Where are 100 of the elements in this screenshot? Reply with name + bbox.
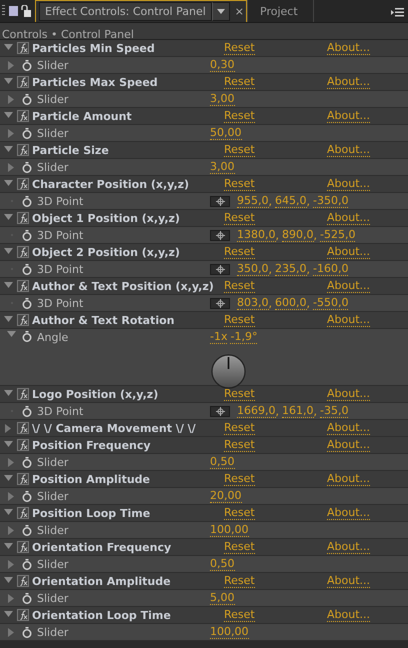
disclosure-triangle-icon[interactable]: [4, 440, 13, 450]
reset-link[interactable]: Reset: [224, 439, 255, 452]
reset-link[interactable]: Reset: [224, 76, 255, 89]
value-field[interactable]: 161,0: [282, 404, 314, 418]
value-field[interactable]: 3,00: [210, 92, 234, 106]
value-field[interactable]: -525,0: [320, 228, 356, 242]
reset-link[interactable]: Reset: [224, 280, 255, 293]
about-link[interactable]: About...: [327, 608, 370, 622]
about-link[interactable]: About...: [327, 540, 370, 554]
disclosure-triangle-icon[interactable]: [4, 576, 13, 586]
about-link[interactable]: About...: [327, 144, 370, 156]
disclosure-triangle-icon[interactable]: [4, 180, 13, 188]
value-field[interactable]: 1669,0: [237, 404, 276, 418]
lock-icon[interactable]: [21, 5, 31, 17]
stopwatch-icon[interactable]: [22, 592, 32, 604]
about-link[interactable]: About...: [327, 212, 370, 224]
stopwatch-icon[interactable]: [22, 230, 32, 240]
value-field[interactable]: 1380,0: [237, 228, 276, 242]
disclosure-triangle-icon[interactable]: [7, 162, 16, 172]
disclosure-triangle-icon[interactable]: [4, 214, 13, 222]
stopwatch-icon[interactable]: [22, 524, 32, 536]
reset-link[interactable]: Reset: [224, 314, 255, 327]
stopwatch-icon[interactable]: [22, 196, 32, 206]
point-picker-button[interactable]: [210, 196, 230, 206]
disclosure-triangle-icon[interactable]: [7, 560, 16, 568]
stopwatch-icon[interactable]: [22, 94, 32, 104]
about-link[interactable]: About...: [327, 178, 370, 190]
stopwatch-icon[interactable]: [22, 490, 32, 502]
disclosure-triangle-icon[interactable]: [4, 78, 13, 86]
stopwatch-icon[interactable]: [22, 406, 32, 416]
about-link[interactable]: About...: [327, 42, 370, 54]
value-field[interactable]: 100,00: [210, 626, 248, 638]
disclosure-triangle-icon[interactable]: [4, 508, 13, 518]
disclosure-triangle-icon[interactable]: [7, 458, 16, 466]
about-link[interactable]: About...: [327, 76, 370, 88]
value-field[interactable]: -160,0: [313, 262, 348, 276]
value-field[interactable]: 50,00: [210, 126, 242, 140]
reset-link[interactable]: Reset: [224, 473, 255, 486]
disclosure-triangle-icon[interactable]: [4, 542, 13, 552]
stopwatch-icon[interactable]: [22, 456, 32, 468]
disclosure-triangle-icon[interactable]: [4, 390, 13, 398]
disclosure-triangle-icon[interactable]: [4, 282, 13, 290]
reset-link[interactable]: Reset: [224, 212, 255, 225]
value-field[interactable]: 3,00: [210, 160, 234, 174]
value-field[interactable]: 20,00: [210, 490, 242, 502]
value-field[interactable]: 100,00: [210, 524, 248, 536]
value-field[interactable]: -35,0: [320, 404, 348, 418]
value-field[interactable]: 803,0: [237, 296, 268, 310]
about-link[interactable]: About...: [327, 422, 370, 434]
reset-link[interactable]: Reset: [224, 246, 255, 259]
value-field[interactable]: 0,30: [210, 58, 234, 72]
stopwatch-icon[interactable]: [22, 60, 32, 70]
close-button[interactable]: ×: [234, 5, 244, 18]
reset-link[interactable]: Reset: [224, 144, 255, 157]
point-picker-button[interactable]: [210, 406, 230, 416]
stopwatch-icon[interactable]: [22, 162, 32, 172]
value-field[interactable]: 350,0: [237, 262, 268, 276]
about-link[interactable]: About...: [327, 472, 370, 486]
value-field[interactable]: -550,0: [313, 296, 348, 310]
disclosure-triangle-icon[interactable]: [4, 146, 13, 154]
about-link[interactable]: About...: [327, 388, 370, 400]
disclosure-triangle-icon[interactable]: [7, 60, 16, 70]
disclosure-triangle-icon[interactable]: [7, 128, 16, 138]
panel-menu-icon[interactable]: [391, 8, 404, 16]
value-field[interactable]: -350,0: [313, 194, 348, 208]
rotation-dial-icon[interactable]: [211, 354, 246, 389]
reset-link[interactable]: Reset: [224, 507, 255, 520]
disclosure-triangle-icon[interactable]: [7, 492, 16, 500]
reset-link[interactable]: Reset: [224, 178, 255, 191]
stopwatch-icon[interactable]: [22, 264, 32, 274]
value-field[interactable]: 235,0: [275, 262, 306, 276]
disclosure-triangle-icon[interactable]: [4, 248, 13, 256]
panel-grip-icon[interactable]: [2, 5, 5, 17]
stopwatch-icon[interactable]: [22, 558, 32, 570]
about-link[interactable]: About...: [327, 438, 370, 452]
value-field[interactable]: 600,0: [275, 296, 306, 310]
value-field[interactable]: 0,50: [210, 558, 234, 570]
disclosure-triangle-icon[interactable]: [4, 112, 13, 120]
value-field[interactable]: 890,0: [282, 228, 314, 242]
value-field[interactable]: -1x: [210, 331, 228, 344]
about-link[interactable]: About...: [327, 314, 370, 326]
reset-link[interactable]: Reset: [224, 609, 255, 622]
value-field[interactable]: 5,00: [210, 592, 234, 604]
reset-link[interactable]: Reset: [224, 541, 255, 554]
about-link[interactable]: About...: [327, 246, 370, 258]
disclosure-triangle-icon[interactable]: [7, 526, 16, 534]
value-field[interactable]: 645,0: [275, 194, 306, 208]
disclosure-triangle-icon[interactable]: [4, 44, 13, 52]
panel-tab[interactable]: Effect Controls: Control Panel: [39, 2, 212, 21]
about-link[interactable]: About...: [327, 506, 370, 520]
disclosure-triangle-icon[interactable]: [4, 610, 13, 620]
reset-link[interactable]: Reset: [224, 388, 255, 401]
disclosure-triangle-icon[interactable]: [7, 594, 16, 602]
dropdown-button[interactable]: [212, 2, 230, 21]
value-field[interactable]: 955,0: [237, 194, 268, 208]
stopwatch-icon[interactable]: [22, 298, 32, 308]
stopwatch-icon[interactable]: [22, 128, 32, 138]
reset-link[interactable]: Reset: [224, 575, 255, 588]
disclosure-triangle-icon[interactable]: [4, 474, 13, 484]
point-picker-button[interactable]: [210, 298, 230, 308]
